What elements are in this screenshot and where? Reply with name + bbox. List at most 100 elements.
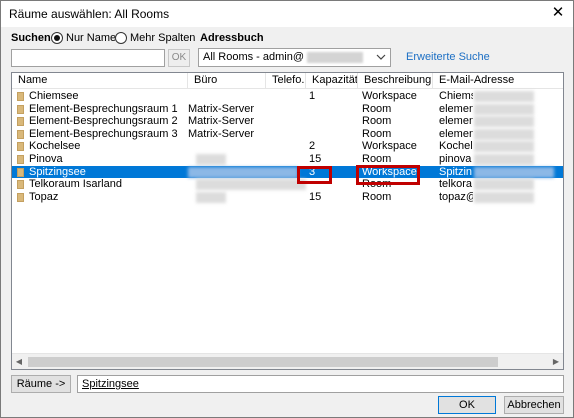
cell-office: Matrix-Server (188, 127, 255, 140)
redacted-email (474, 116, 534, 128)
table-row[interactable]: Telkoraum Isarland Room telkora (12, 178, 563, 191)
room-icon (17, 92, 24, 101)
cancel-button[interactable]: Abbrechen (504, 396, 564, 414)
table-row[interactable]: Chiemsee 1 Workspace Chiems (12, 90, 563, 103)
cell-email: Spitzin (439, 165, 473, 178)
cell-email: elemen (439, 115, 473, 128)
horizontal-scrollbar[interactable]: ◀ ▶ (12, 353, 563, 369)
cell-name: Kochelsee (29, 140, 81, 153)
column-header-office[interactable]: Büro (188, 73, 266, 89)
room-icon (17, 104, 24, 114)
chevron-down-icon (376, 51, 387, 65)
selected-rooms-field[interactable]: Spitzingsee (77, 375, 564, 393)
scroll-right-icon[interactable]: ▶ (551, 357, 561, 366)
list-rows: Chiemsee 1 Workspace Chiems Element-Besp… (12, 90, 563, 203)
room-icon (17, 142, 24, 152)
list-header: Name Büro Telefo... Kapazität Beschreibu… (12, 73, 563, 89)
cell-capacity: 2 (309, 140, 316, 153)
table-row[interactable]: Pinova 15 Room pinova (12, 153, 563, 166)
cell-description: Workspace (362, 165, 417, 178)
scroll-left-icon[interactable]: ◀ (14, 357, 24, 366)
room-icon (17, 192, 24, 202)
table-row[interactable]: Element-Besprechungsraum 3 Matrix-Server… (12, 128, 563, 141)
room-icon (17, 154, 24, 164)
redacted-office (188, 166, 298, 178)
cell-name: Element-Besprechungsraum 3 (29, 127, 178, 140)
cell-name: Topaz (29, 190, 59, 203)
room-icon (17, 167, 24, 177)
addressbook-label: Adressbuch (200, 32, 264, 44)
selected-room-value: Spitzingsee (82, 378, 139, 390)
room-picker-dialog: Räume auswählen: All Rooms ✕ Suchen: Nur… (0, 0, 574, 418)
radio-more-columns[interactable]: Mehr Spalten (115, 32, 195, 44)
column-header-name[interactable]: Name (12, 73, 188, 89)
cell-description: Room (362, 178, 392, 191)
ok-button[interactable]: OK (438, 396, 496, 414)
window-title: Räume auswählen: All Rooms (9, 7, 170, 21)
radio-unselected-icon (115, 32, 127, 44)
room-icon (17, 117, 24, 127)
search-ok-button[interactable]: OK (168, 49, 190, 67)
title-bar: Räume auswählen: All Rooms ✕ (1, 1, 573, 27)
cell-email: telkora (439, 178, 473, 191)
search-label: Suchen: (11, 32, 55, 44)
cell-capacity: 15 (309, 152, 322, 165)
table-row[interactable]: Topaz 15 Room topaz@ (12, 191, 563, 204)
column-header-capacity[interactable]: Kapazität (306, 73, 358, 89)
cell-name: Telkoraum Isarland (29, 178, 122, 191)
column-header-phone[interactable]: Telefo... (266, 73, 306, 89)
search-input[interactable] (11, 49, 165, 67)
cell-office: Matrix-Server (188, 115, 255, 128)
cell-capacity: 3 (309, 165, 316, 178)
cell-description: Workspace (362, 90, 417, 102)
redacted-office (196, 153, 226, 165)
cell-capacity: 1 (309, 90, 316, 102)
cell-email: topaz@ (439, 190, 473, 203)
table-row[interactable]: Kochelsee 2 Workspace Kochel (12, 140, 563, 153)
cell-capacity: 15 (309, 190, 322, 203)
redacted-email (474, 141, 534, 153)
cell-description: Room (362, 152, 392, 165)
column-header-description[interactable]: Beschreibung (358, 73, 433, 89)
cell-description: Room (362, 115, 392, 128)
table-row-selected[interactable]: Spitzingsee 3 Workspace Spitzin (12, 165, 563, 179)
cell-description: Room (362, 102, 392, 115)
cell-office: Matrix-Server (188, 102, 255, 115)
redacted-domain (307, 51, 364, 63)
cell-name: Chiemsee (29, 90, 79, 102)
rooms-add-button[interactable]: Räume -> (11, 375, 71, 393)
cell-email: elemen (439, 127, 473, 140)
radio-more-columns-label: Mehr Spalten (130, 32, 196, 44)
table-row[interactable]: Element-Besprechungsraum 1 Matrix-Server… (12, 103, 563, 116)
room-icon (17, 129, 24, 139)
cell-description: Workspace (362, 140, 417, 153)
cell-email: Chiems (439, 90, 473, 102)
radio-selected-icon (51, 32, 63, 44)
addressbook-value: All Rooms - admin@ (203, 51, 305, 63)
cell-name: Spitzingsee (29, 165, 86, 178)
redacted-email (474, 128, 534, 140)
room-icon (17, 180, 24, 190)
redacted-office (196, 191, 226, 203)
close-icon[interactable]: ✕ (543, 1, 573, 27)
scrollbar-thumb[interactable] (28, 357, 498, 367)
redacted-email (474, 191, 534, 203)
radio-name-only[interactable]: Nur Name (51, 32, 116, 44)
redacted-email (474, 179, 534, 191)
cell-description: Room (362, 127, 392, 140)
redacted-email (474, 91, 534, 102)
redacted-office (196, 179, 306, 191)
column-header-email[interactable]: E-Mail-Adresse (433, 73, 563, 89)
redacted-email (474, 153, 534, 165)
table-row[interactable]: Element-Besprechungsraum 2 Matrix-Server… (12, 115, 563, 128)
addressbook-select[interactable]: All Rooms - admin@ (198, 48, 391, 67)
cell-description: Room (362, 190, 392, 203)
cell-email: elemen (439, 102, 473, 115)
rooms-list: Name Büro Telefo... Kapazität Beschreibu… (11, 72, 564, 370)
cell-name: Element-Besprechungsraum 2 (29, 115, 178, 128)
cell-name: Pinova (29, 152, 63, 165)
advanced-search-link[interactable]: Erweiterte Suche (406, 51, 490, 63)
cell-email: pinova (439, 152, 472, 165)
redacted-email (474, 166, 554, 178)
radio-name-only-label: Nur Name (66, 32, 117, 44)
